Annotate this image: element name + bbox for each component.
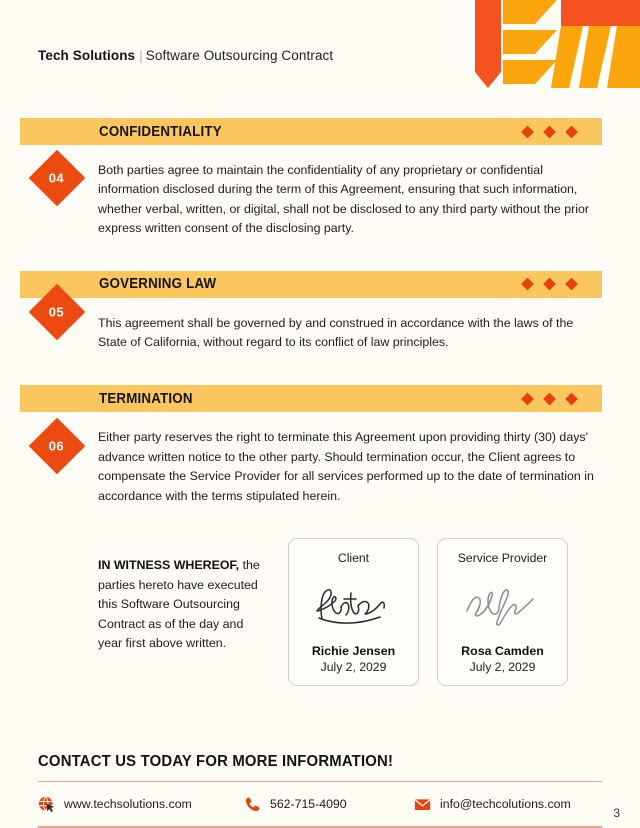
signature-section: IN WITNESS WHEREOF, the parties hereto h… <box>98 538 602 687</box>
signature-card-client: Client Richie Jensen July 2, 2029 <box>288 538 419 687</box>
contact-email-value: info@techcolutions.com <box>440 797 571 812</box>
bar-diamond-group <box>521 277 578 291</box>
section-confidentiality: CONFIDENTIALITY 04 Both parties agree to… <box>0 118 640 239</box>
handwritten-signature-icon <box>465 588 534 626</box>
section-termination: TERMINATION 06 Either party reserves the… <box>0 385 640 506</box>
contact-phone-value: 562-715-4090 <box>270 797 347 812</box>
section-number: 04 <box>49 170 65 186</box>
contact-email[interactable]: info@techcolutions.com <box>414 796 571 813</box>
footer-contact-list: www.techsolutions.com 562-715-4090 info@… <box>38 782 602 826</box>
signature-name: Richie Jensen <box>311 644 396 659</box>
section-title: TERMINATION <box>99 390 193 407</box>
diamond-icon <box>521 392 534 406</box>
signature-name: Rosa Camden <box>461 644 544 659</box>
section-number-badge: 04 <box>28 150 86 207</box>
contact-website-value: www.techsolutions.com <box>64 797 192 812</box>
section-body: Either party reserves the right to termi… <box>98 430 594 503</box>
envelope-icon <box>414 799 431 810</box>
section-governing-law: GOVERNING LAW 05 This agreement shall be… <box>0 270 640 353</box>
contact-website[interactable]: www.techsolutions.com <box>38 796 244 813</box>
signature-image-client <box>289 565 418 644</box>
diamond-icon <box>543 125 556 138</box>
diamond-icon <box>543 277 556 291</box>
diamond-icon <box>565 277 578 291</box>
witness-lead: IN WITNESS WHEREOF, <box>98 558 240 573</box>
section-title: GOVERNING LAW <box>99 276 217 293</box>
diamond-icon <box>565 125 578 138</box>
contact-phone[interactable]: 562-715-4090 <box>244 796 414 813</box>
globe-cursor-icon <box>38 796 55 813</box>
bar-diamond-group <box>521 392 578 406</box>
section-number: 06 <box>49 438 65 454</box>
signature-date: July 2, 2029 <box>320 660 387 675</box>
section-header-bar: TERMINATION <box>20 385 602 413</box>
document-subtitle: Software Outsourcing Contract <box>145 48 334 63</box>
witness-statement: IN WITNESS WHEREOF, the parties hereto h… <box>98 538 270 654</box>
diamond-icon <box>521 125 534 138</box>
tech-solutions-logo-icon <box>475 0 640 88</box>
page-header: Tech Solutions | Software Outsourcing Cont… <box>0 0 640 100</box>
signature-role: Client <box>337 551 370 566</box>
brand-name: Tech Solutions <box>38 48 136 63</box>
signature-date: July 2, 2029 <box>469 660 536 675</box>
diamond-icon <box>565 392 578 406</box>
section-title: CONFIDENTIALITY <box>99 123 222 140</box>
brand-line: Tech Solutions | Software Outsourcing Cont… <box>38 48 333 63</box>
diamond-icon <box>521 277 534 291</box>
signature-card-service-provider: Service Provider Rosa Camden July 2, 202… <box>437 538 568 687</box>
section-body: This agreement shall be governed by and … <box>98 315 574 350</box>
section-number: 05 <box>49 304 65 320</box>
section-header-bar: CONFIDENTIALITY <box>20 118 602 145</box>
page-footer: CONTACT US TODAY FOR MORE INFORMATION! w… <box>0 753 640 828</box>
section-number-badge: 06 <box>28 417 86 475</box>
page-number: 3 <box>613 806 620 820</box>
section-header-bar: GOVERNING LAW <box>20 270 602 298</box>
phone-icon <box>245 797 260 812</box>
handwritten-signature-icon <box>315 588 385 624</box>
section-body: Both parties agree to maintain the confi… <box>98 163 590 236</box>
footer-cta: CONTACT US TODAY FOR MORE INFORMATION! <box>38 752 394 770</box>
diamond-icon <box>543 392 556 406</box>
signature-role: Service Provider <box>457 551 548 566</box>
bar-diamond-group <box>521 125 578 138</box>
signature-image-service-provider <box>438 565 567 644</box>
brand-divider: | <box>139 48 143 63</box>
